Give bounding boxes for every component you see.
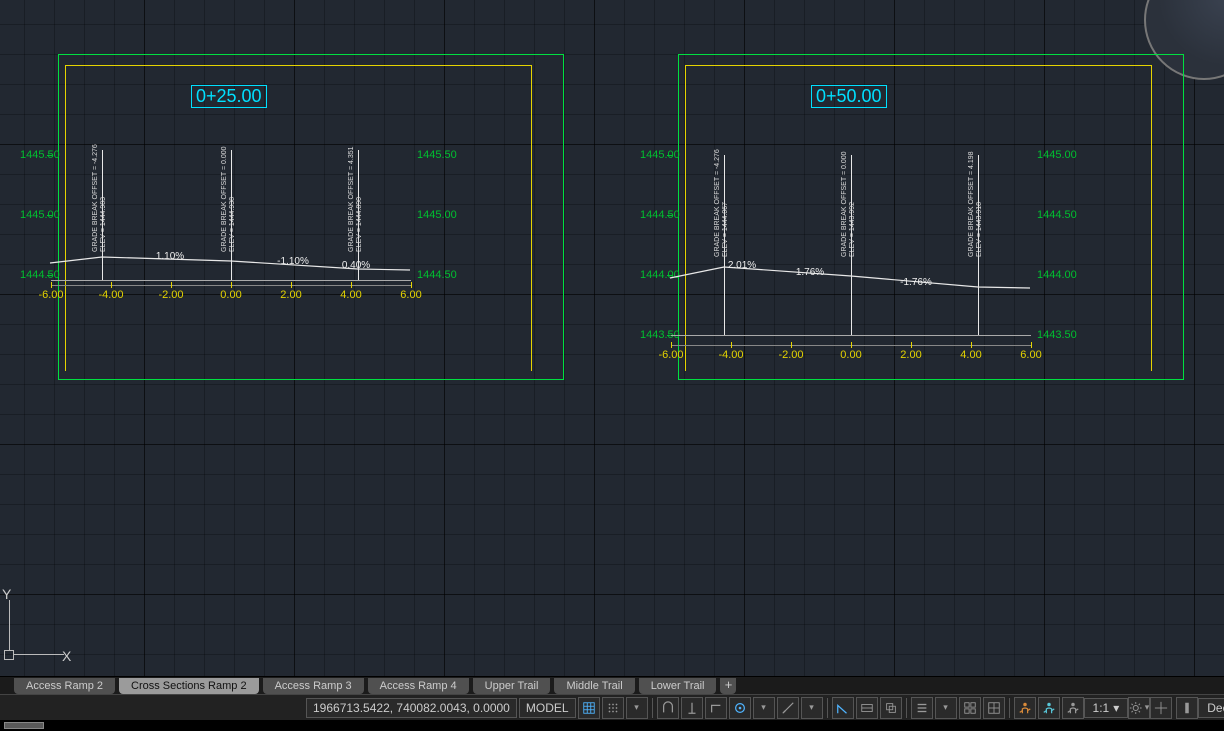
osnap-icon[interactable] <box>832 697 854 719</box>
justify-icon[interactable] <box>911 697 933 719</box>
cursor-coordinates[interactable]: 1966713.5422, 740082.0043, 0.0000 <box>306 698 517 718</box>
grade-break-offset-label: GRADE BREAK OFFSET = 0.000 <box>841 152 848 258</box>
grade-break-elev-label: ELEV = 1443.992 <box>849 202 856 257</box>
slope-label: 2.01% <box>728 260 756 271</box>
layout-tab[interactable]: Lower Trail <box>639 678 717 694</box>
dropdown-icon-4[interactable]: ▾ <box>935 697 957 719</box>
layout-tab[interactable]: Cross Sections Ramp 2 <box>119 678 259 694</box>
ortho-icon[interactable] <box>681 697 703 719</box>
person2-icon[interactable] <box>1038 697 1060 719</box>
model-paper-toggle[interactable]: MODEL <box>519 698 576 718</box>
otrack-icon[interactable] <box>777 697 799 719</box>
statusbar-separator <box>827 698 828 718</box>
dropdown-icon-2[interactable]: ▾ <box>753 697 775 719</box>
dropdown-icon-3[interactable]: ▾ <box>801 697 823 719</box>
grade-break-offset-label: GRADE BREAK OFFSET = -4.276 <box>714 149 721 257</box>
drawing-units[interactable]: Decimal▾ <box>1198 698 1224 718</box>
grade-break-offset-label: GRADE BREAK OFFSET = 4.198 <box>968 152 975 258</box>
snap-icon[interactable] <box>657 697 679 719</box>
polar-icon[interactable] <box>705 697 727 719</box>
grid2-icon[interactable] <box>983 697 1005 719</box>
statusbar-separator <box>1009 698 1010 718</box>
add-layout-tab-button[interactable]: + <box>720 678 736 694</box>
taskbar-fragment <box>4 722 44 729</box>
statusbar-separator <box>906 698 907 718</box>
settings-gear-icon[interactable]: ▾ <box>1128 697 1150 719</box>
status-bar: 1966713.5422, 740082.0043, 0.0000 MODEL … <box>0 694 1224 720</box>
grade-break-elev-label: ELEV = 1443.918 <box>976 202 983 257</box>
person3-icon[interactable] <box>1062 697 1084 719</box>
lineweight-icon[interactable] <box>856 697 878 719</box>
isoplane-icon[interactable] <box>729 697 751 719</box>
bottom-strip <box>0 720 1224 731</box>
layout-tab[interactable]: Middle Trail <box>554 678 634 694</box>
dropdown-icon[interactable]: ▾ <box>626 697 648 719</box>
cells-icon[interactable] <box>959 697 981 719</box>
annotation-scale[interactable]: 1:1▾ <box>1084 698 1129 718</box>
quick-properties-icon[interactable] <box>1176 697 1198 719</box>
grid-dots-icon[interactable] <box>602 697 624 719</box>
walk-icon[interactable] <box>1014 697 1036 719</box>
slope-label: 1.76% <box>796 267 824 278</box>
layout-tab[interactable]: Upper Trail <box>473 678 551 694</box>
layout-tab[interactable]: Access Ramp 2 <box>14 678 115 694</box>
grade-break-elev-label: ELEV = 1444.067 <box>722 202 729 257</box>
grid-display-icon[interactable] <box>578 697 600 719</box>
transparency-icon[interactable] <box>880 697 902 719</box>
statusbar-separator <box>652 698 653 718</box>
drawing-viewport[interactable]: X Y 0+25.001445.501445.001444.501445.501… <box>0 0 1224 676</box>
layout-tab[interactable]: Access Ramp 3 <box>263 678 364 694</box>
layout-tab[interactable]: Access Ramp 4 <box>368 678 469 694</box>
crosshair-icon[interactable] <box>1150 697 1172 719</box>
slope-label: -1.76% <box>900 277 932 288</box>
layout-tab-bar[interactable]: Access Ramp 2Cross Sections Ramp 2Access… <box>0 676 1224 694</box>
